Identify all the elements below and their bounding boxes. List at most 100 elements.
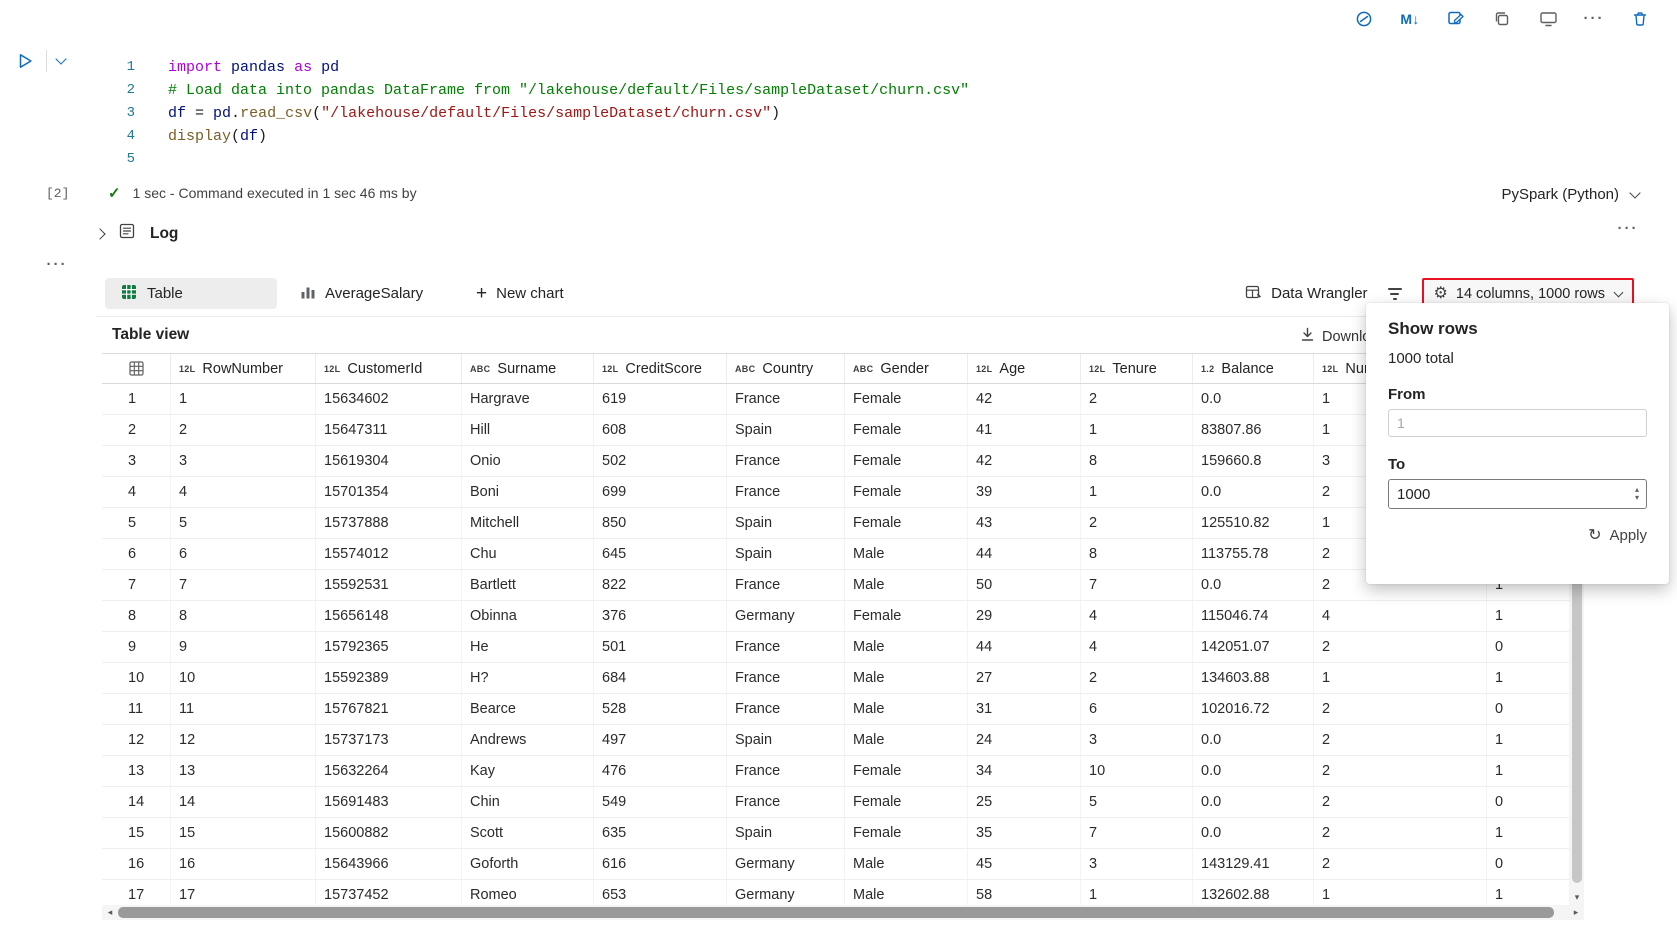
more-options-icon[interactable]: ···: [1583, 8, 1605, 30]
column-header-country[interactable]: ABCCountry: [727, 354, 845, 383]
table-row[interactable]: 5515737888Mitchell850SpainFemale43212551…: [102, 508, 1570, 539]
horizontal-scrollbar[interactable]: ◂ ▸: [102, 905, 1584, 920]
row-number-cell: 3: [102, 446, 171, 476]
to-input-wrapper: ▴ ▾: [1388, 479, 1647, 509]
scroll-left-arrow-icon[interactable]: ◂: [102, 907, 118, 918]
table-row[interactable]: 9915792365He501FranceMale444142051.0720: [102, 632, 1570, 663]
copilot-icon[interactable]: [1353, 8, 1375, 30]
cell: Male: [845, 632, 968, 662]
table-row[interactable]: 2215647311Hill608SpainFemale41183807.861…: [102, 415, 1570, 446]
cell: France: [727, 477, 845, 507]
log-more-options-icon[interactable]: ···: [1617, 218, 1639, 240]
scroll-right-arrow-icon[interactable]: ▸: [1568, 907, 1584, 918]
table-row[interactable]: 101015592389H?684FranceMale272134603.881…: [102, 663, 1570, 694]
cell: 10: [171, 663, 316, 693]
cell: France: [727, 756, 845, 786]
cell: 7: [1081, 818, 1193, 848]
column-header-surname[interactable]: ABCSurname: [462, 354, 594, 383]
column-header-age[interactable]: 12LAge: [968, 354, 1081, 383]
column-header-customerid[interactable]: 12LCustomerId: [316, 354, 462, 383]
cell: France: [727, 694, 845, 724]
cell: 25: [968, 787, 1081, 817]
cell: 1: [1314, 663, 1487, 693]
from-input[interactable]: [1388, 409, 1647, 437]
present-icon[interactable]: [1537, 8, 1559, 30]
table-row[interactable]: 4415701354Boni699FranceFemale3910.020: [102, 477, 1570, 508]
column-header-balance[interactable]: 1.2Balance: [1193, 354, 1314, 383]
table-row[interactable]: 1115634602Hargrave619FranceFemale4220.01…: [102, 384, 1570, 415]
code-line: 5: [105, 148, 969, 171]
to-input[interactable]: [1389, 480, 1628, 508]
table-row[interactable]: 6615574012Chu645SpainMale448113755.7821: [102, 539, 1570, 570]
copy-icon[interactable]: [1491, 8, 1513, 30]
column-name: Surname: [497, 361, 556, 377]
column-header-rownumber[interactable]: 12LRowNumber: [171, 354, 316, 383]
cell: 1: [1487, 601, 1570, 631]
table-row[interactable]: 171715737452Romeo653GermanyMale581132602…: [102, 880, 1570, 905]
cell-drag-handle-icon[interactable]: ···: [46, 254, 68, 276]
cell: 1: [1081, 880, 1193, 905]
data-wrangler-button[interactable]: Data Wrangler: [1245, 284, 1367, 304]
cell: 113755.78: [1193, 539, 1314, 569]
tab-averagesalary[interactable]: AverageSalary: [300, 278, 423, 309]
row-number-cell: 10: [102, 663, 171, 693]
new-chart-label: New chart: [496, 285, 564, 302]
cell: 15600882: [316, 818, 462, 848]
select-all-cell[interactable]: [102, 354, 171, 383]
cell: 2: [1314, 787, 1487, 817]
filter-icon[interactable]: [1386, 288, 1404, 300]
table-row[interactable]: 151515600882Scott635SpainFemale3570.021: [102, 818, 1570, 849]
cell: Chin: [462, 787, 594, 817]
cell: 4: [1314, 601, 1487, 631]
cell: 2: [1314, 725, 1487, 755]
cell: 15619304: [316, 446, 462, 476]
table-row[interactable]: 141415691483Chin549FranceFemale2550.020: [102, 787, 1570, 818]
comment-icon[interactable]: [1445, 8, 1467, 30]
code-editor[interactable]: 1import pandas as pd2# Load data into pa…: [105, 56, 969, 171]
cell: 2: [1081, 384, 1193, 414]
table-row[interactable]: 161615643966Goforth616GermanyMale4531431…: [102, 849, 1570, 880]
kernel-picker[interactable]: PySpark (Python): [1501, 186, 1639, 203]
run-options-chevron-icon[interactable]: [57, 50, 65, 68]
column-type-icon: 12L: [324, 364, 340, 374]
cell: Scott: [462, 818, 594, 848]
horizontal-scrollbar-thumb[interactable]: [118, 907, 1554, 918]
table-row[interactable]: 121215737173Andrews497SpainMale2430.021: [102, 725, 1570, 756]
cell: 1: [1081, 477, 1193, 507]
cell: 1: [1487, 818, 1570, 848]
column-header-gender[interactable]: ABCGender: [845, 354, 968, 383]
column-header-creditscore[interactable]: 12LCreditScore: [594, 354, 727, 383]
table-icon: [121, 284, 137, 304]
apply-button[interactable]: ↻ Apply: [1588, 527, 1647, 544]
table-row[interactable]: 131315632264Kay476FranceFemale34100.021: [102, 756, 1570, 787]
log-section-header[interactable]: Log: [96, 222, 178, 245]
delete-cell-icon[interactable]: [1629, 8, 1651, 30]
cell: 24: [968, 725, 1081, 755]
decrement-icon[interactable]: ▾: [1635, 494, 1639, 502]
table-row[interactable]: 111115767821Bearce528FranceMale316102016…: [102, 694, 1570, 725]
download-icon: [1300, 327, 1315, 346]
cell: 608: [594, 415, 727, 445]
cell: 15792365: [316, 632, 462, 662]
column-header-tenure[interactable]: 12LTenure: [1081, 354, 1193, 383]
cell: 102016.72: [1193, 694, 1314, 724]
scroll-down-arrow-icon[interactable]: ▾: [1570, 889, 1584, 905]
cell: Goforth: [462, 849, 594, 879]
run-cell-button[interactable]: [14, 50, 36, 72]
cell: Kay: [462, 756, 594, 786]
column-name: Tenure: [1112, 361, 1156, 377]
tab-table[interactable]: Table: [105, 278, 277, 309]
row-number-cell: 12: [102, 725, 171, 755]
cell: 83807.86: [1193, 415, 1314, 445]
table-row[interactable]: 8815656148Obinna376GermanyFemale29411504…: [102, 601, 1570, 632]
markdown-icon[interactable]: M↓: [1399, 8, 1421, 30]
new-chart-button[interactable]: + New chart: [476, 278, 564, 309]
line-number: 5: [105, 148, 135, 171]
table-row[interactable]: 3315619304Onio502FranceFemale428159660.8…: [102, 446, 1570, 477]
row-number-cell: 8: [102, 601, 171, 631]
table-row[interactable]: 7715592531Bartlett822FranceMale5070.021: [102, 570, 1570, 601]
collapse-chevron-icon[interactable]: [94, 228, 105, 239]
cell: 1: [1487, 880, 1570, 905]
cell: Spain: [727, 725, 845, 755]
code-text: import pandas as pd: [168, 56, 339, 79]
